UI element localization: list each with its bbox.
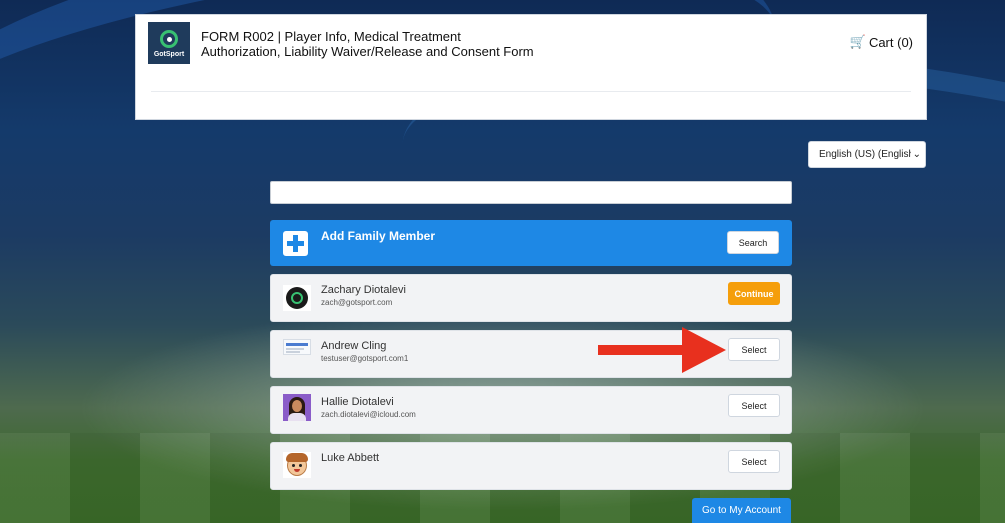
go-to-my-account-button[interactable]: Go to My Account [692, 498, 791, 523]
member-name: Andrew Cling [321, 340, 387, 352]
search-button[interactable]: Search [727, 231, 779, 254]
add-family-member-label: Add Family Member [321, 229, 436, 243]
select-button[interactable]: Select [728, 450, 780, 473]
header-divider [151, 91, 911, 92]
language-select[interactable]: English (US) (English) ⌄ [808, 141, 926, 168]
document-thumbnail-avatar [283, 339, 311, 355]
member-name: Zachary Diotalevi [321, 284, 406, 296]
woman-photo-avatar [283, 394, 311, 421]
continue-button[interactable]: Continue [728, 282, 780, 305]
search-input[interactable] [270, 181, 792, 204]
gotsport-logo: GotSport [148, 22, 190, 64]
form-title: FORM R002 | Player Info, Medical Treatme… [201, 29, 721, 59]
form-title-line2: Authorization, Liability Waiver/Release … [201, 44, 534, 59]
select-button[interactable]: Select [728, 394, 780, 417]
member-email: zach.diotalevi@icloud.com [321, 410, 416, 419]
cartoon-boy-avatar [283, 452, 311, 478]
cart-link[interactable]: 🛒 Cart (0) [850, 34, 913, 50]
member-card: Hallie Diotalevi zach.diotalevi@icloud.c… [270, 386, 792, 434]
add-family-member-card[interactable]: Add Family Member Search [270, 220, 792, 266]
logo-text: GotSport [153, 51, 185, 58]
member-name: Luke Abbett [321, 452, 380, 464]
member-name: Hallie Diotalevi [321, 396, 394, 408]
chevron-down-icon: ⌄ [910, 149, 921, 160]
header-card: GotSport FORM R002 | Player Info, Medica… [135, 14, 927, 120]
logo-ring-icon [160, 30, 178, 48]
plus-icon [283, 231, 308, 256]
select-button[interactable]: Select [728, 338, 780, 361]
member-card: Luke Abbett Select [270, 442, 792, 490]
member-email: zach@gotsport.com [321, 298, 393, 307]
member-card: Zachary Diotalevi zach@gotsport.com Cont… [270, 274, 792, 322]
cart-icon: 🛒 [849, 34, 866, 49]
language-selected: English (US) (English) [819, 149, 918, 160]
cart-label: Cart (0) [868, 34, 913, 50]
gotsport-logo-avatar [283, 285, 311, 311]
form-title-line1: FORM R002 | Player Info, Medical Treatme… [201, 29, 461, 44]
member-email: testuser@gotsport.com1 [321, 354, 409, 363]
